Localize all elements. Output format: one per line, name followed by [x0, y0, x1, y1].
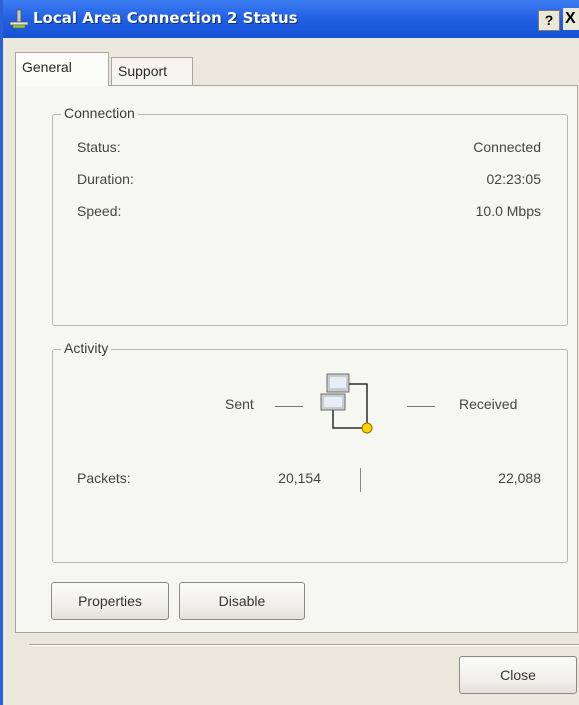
duration-label: Duration:: [77, 171, 134, 187]
general-tab-panel: Connection Status: Connected Duration: 0…: [15, 85, 578, 633]
disable-button[interactable]: Disable: [179, 582, 305, 620]
activity-group-label: Activity: [61, 340, 112, 356]
window-title: Local Area Connection 2 Status: [33, 9, 298, 27]
status-value: Connected: [473, 139, 541, 155]
sent-label: Sent: [225, 396, 254, 412]
sent-connector-line: [275, 406, 303, 407]
close-button[interactable]: Close: [459, 656, 577, 694]
received-connector-line: [407, 406, 435, 407]
status-dialog: Local Area Connection 2 Status ? X Suppo…: [0, 0, 579, 705]
packets-received-value: 22,088: [498, 470, 541, 486]
network-activity-icon: [320, 373, 373, 434]
duration-value: 02:23:05: [486, 171, 542, 187]
received-label: Received: [459, 396, 518, 412]
connection-group: Connection Status: Connected Duration: 0…: [52, 105, 568, 326]
speed-label: Speed:: [77, 203, 122, 219]
activity-group: Activity Sent Received Packets: 20,154 2…: [52, 340, 568, 563]
speed-value: 10.0 Mbps: [475, 203, 541, 219]
connection-group-label: Connection: [61, 105, 138, 121]
close-window-button[interactable]: X: [563, 8, 579, 30]
properties-button[interactable]: Properties: [51, 582, 169, 620]
help-button[interactable]: ?: [538, 10, 560, 31]
footer-divider: [29, 644, 579, 646]
tab-support[interactable]: Support: [111, 57, 193, 87]
tab-general[interactable]: General: [15, 52, 109, 86]
status-label: Status:: [77, 139, 121, 155]
packets-sent-value: 20,154: [278, 470, 321, 486]
title-bar[interactable]: Local Area Connection 2 Status ? X: [3, 0, 579, 38]
network-connection-icon: [9, 9, 29, 29]
